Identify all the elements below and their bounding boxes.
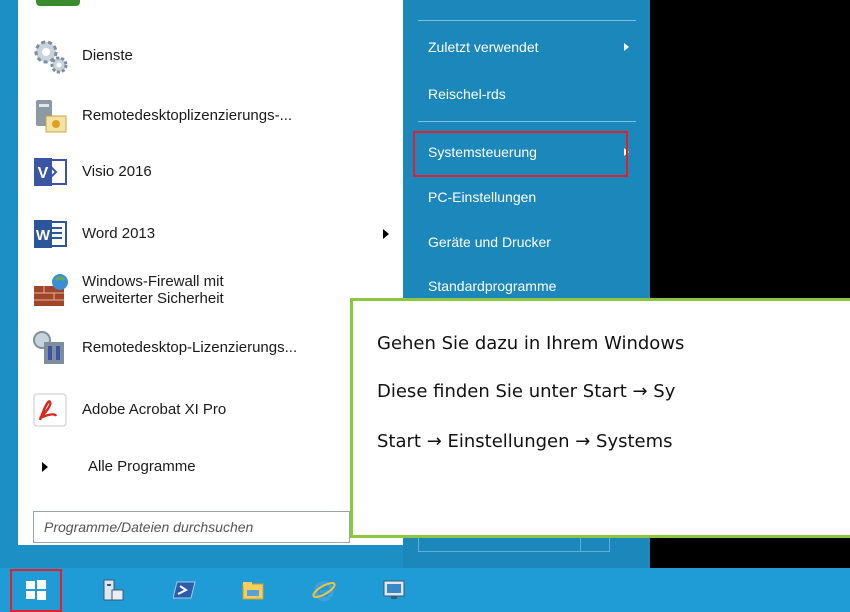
app-item-rd-licensing[interactable]: Remotedesktop-Lizenzierungs... — [28, 326, 368, 370]
nav-item-recent[interactable]: Zuletzt verwendet — [428, 38, 539, 56]
app-label: Word 2013 — [82, 225, 156, 242]
word-icon: W — [28, 212, 72, 256]
start-menu-bottom-bar — [18, 545, 403, 568]
app-item-rd-license-manager[interactable]: Remotedesktoplizenzierungs-... — [28, 94, 368, 138]
start-button-highlight — [10, 569, 62, 612]
chevron-right-icon — [624, 43, 629, 51]
nav-item-devices-printers[interactable]: Geräte und Drucker — [428, 233, 551, 251]
file-explorer-icon[interactable] — [236, 572, 270, 608]
acrobat-icon — [28, 388, 72, 432]
nav-separator — [418, 20, 636, 21]
app-item-adobe-acrobat[interactable]: Adobe Acrobat XI Pro — [28, 388, 368, 432]
systemsteuerung-highlight — [413, 131, 628, 177]
app-label-line1: Windows-Firewall mit — [82, 273, 224, 290]
nav-item-reischel-rds[interactable]: Reischel-rds — [428, 85, 506, 103]
app-label: Remotedesktoplizenzierungs-... — [82, 107, 293, 124]
svg-text:V: V — [38, 165, 49, 182]
search-input[interactable] — [42, 518, 336, 536]
partial-app-icon — [36, 0, 80, 6]
server-manager-icon[interactable] — [96, 572, 130, 608]
all-programs-link[interactable]: Alle Programme — [88, 458, 196, 475]
start-menu-left-border — [0, 0, 18, 568]
powershell-icon[interactable] — [168, 572, 202, 608]
nav-item-pc-settings[interactable]: PC-Einstellungen — [428, 188, 536, 206]
remote-desktop-icon[interactable] — [377, 572, 411, 608]
app-item-visio[interactable]: V Visio 2016 — [28, 150, 368, 194]
instruction-callout: Gehen Sie dazu in Ihrem Windows Diese fi… — [350, 298, 850, 538]
app-item-windows-firewall[interactable]: Windows-Firewall mit erweiterter Sicherh… — [28, 268, 368, 312]
submenu-arrow-icon[interactable] — [383, 229, 389, 239]
all-programs-arrow-icon — [42, 462, 48, 472]
app-item-dienste[interactable]: Dienste — [28, 34, 368, 78]
rd-licensing-icon — [28, 326, 72, 370]
firewall-icon — [28, 268, 72, 312]
visio-icon: V — [28, 150, 72, 194]
search-field[interactable] — [33, 511, 350, 543]
nav-item-default-programs[interactable]: Standardprogramme — [428, 277, 556, 295]
app-label-line2: erweiterter Sicherheit — [82, 290, 224, 307]
app-label: Adobe Acrobat XI Pro — [82, 401, 227, 418]
svg-text:W: W — [36, 227, 51, 244]
gears-icon — [28, 34, 72, 78]
app-label-multiline: Windows-Firewall mit erweiterter Sicherh… — [82, 273, 224, 307]
license-server-icon — [28, 94, 72, 138]
nav-separator — [418, 121, 636, 122]
callout-line-2: Diese finden Sie unter Start → Sy — [377, 381, 676, 402]
app-item-word[interactable]: W Word 2013 — [28, 212, 368, 256]
internet-explorer-icon[interactable] — [307, 572, 341, 608]
callout-line-1: Gehen Sie dazu in Ihrem Windows — [377, 333, 685, 354]
app-label: Visio 2016 — [82, 163, 152, 180]
callout-line-3: Start → Einstellungen → Systems — [377, 431, 673, 452]
app-label: Remotedesktop-Lizenzierungs... — [82, 339, 298, 356]
app-label: Dienste — [82, 47, 133, 64]
